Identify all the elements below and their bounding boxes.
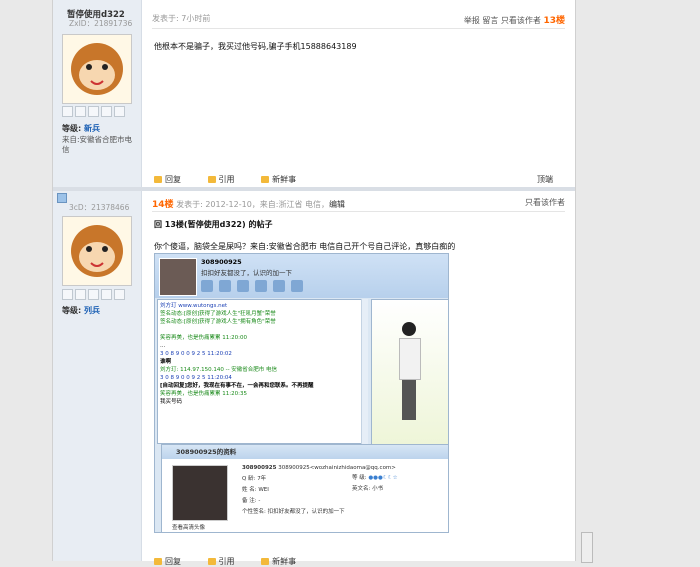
chat-line: 笑容再美，也是伤痛累累 11:20:00: [160, 335, 247, 341]
grade-value[interactable]: 列兵: [84, 306, 100, 315]
forum-frame: 暂停使用d322 ZxID：21891736 等级: 新兵 来自:安徽省合肥市电…: [52, 0, 576, 566]
avatar-figure: [398, 322, 421, 422]
chat-line: 签名动态:[原创]获得了游戏人生"狂吼月蟹"荣誉: [160, 311, 276, 317]
mail-icon[interactable]: [62, 289, 73, 300]
search-icon[interactable]: [88, 106, 99, 117]
app-icon: [291, 280, 303, 292]
post-meta: 发表于: 7小时前 举报 留言 只看该作者 13楼: [152, 13, 565, 27]
contact-avatar: [159, 258, 197, 296]
chat-line: [自动回复]您好，我现在有事不在，一会再和您联系。不再提醒: [160, 383, 314, 389]
mail-icon[interactable]: [62, 106, 73, 117]
profile-icon[interactable]: [75, 106, 86, 117]
quote-button[interactable]: 引用: [207, 175, 247, 184]
search-icon[interactable]: [88, 289, 99, 300]
reply-button[interactable]: 回复: [154, 175, 193, 184]
remote-icon: [255, 280, 267, 292]
reply-button[interactable]: 回复: [154, 557, 193, 566]
embedded-chat-screenshot[interactable]: 308900925 扣扣好友都没了，认识的加一下 刘方玎 www.wutongs…: [154, 253, 449, 533]
post-actions: 回复 引用 新鲜事 顶端: [154, 174, 565, 185]
profile-photo: [172, 465, 228, 521]
user-grade: 等级: 列兵: [62, 306, 100, 315]
edit-link[interactable]: 编辑: [329, 200, 345, 209]
message-link[interactable]: 留言: [482, 16, 498, 25]
floor-number[interactable]: 13楼: [543, 16, 565, 26]
quote-button[interactable]: 引用: [207, 557, 247, 566]
post-meta: 14楼 发表于: 2012-12-10，来自:浙江省 电信，编辑 只看该作者: [152, 197, 565, 211]
page-scroll-handle[interactable]: [581, 532, 593, 563]
monkey-avatar-icon: [63, 217, 131, 285]
divider: [152, 28, 565, 29]
chat-line: 签名动态:[原创]获得了游戏人生"拥有角色"荣誉: [160, 319, 276, 325]
quote-icon: [207, 558, 216, 565]
chat-line: 刘方玎 www.wutongs.net: [160, 303, 228, 309]
view-hd-avatar-link: 查看高清头像: [172, 525, 206, 531]
contact-name: 308900925: [201, 258, 242, 266]
share-icon: [261, 558, 270, 565]
contact-profile-card: 308900925的资料 查看高清头像 308900925 308900925<…: [161, 444, 448, 532]
chat-line: 我买号码: [160, 399, 183, 405]
user-id: ZxID：21891736: [69, 19, 133, 28]
contact-signature: 扣扣好友都没了，认识的加一下: [201, 269, 292, 277]
screen-icon: [273, 280, 285, 292]
video-icon: [201, 280, 213, 292]
zoom-icon[interactable]: [101, 106, 112, 117]
voice-icon: [219, 280, 231, 292]
post-13-sidebar: 暂停使用d322 ZxID：21891736 等级: 新兵 来自:安徽省合肥市电…: [53, 0, 142, 187]
grade-value[interactable]: 新兵: [84, 124, 100, 133]
qq-header: 308900925 扣扣好友都没了，认识的加一下: [155, 254, 448, 298]
post-14-sidebar: 3cD：21378466 等级: 列兵: [53, 191, 142, 561]
user-status-icon: [57, 193, 67, 203]
user-grade: 等级: 新兵: [62, 124, 100, 133]
post-13-main: 发表于: 7小时前 举报 留言 只看该作者 13楼 他根本不是骗子，我买过他号码…: [142, 0, 575, 187]
reply-icon: [154, 558, 162, 565]
zoom-icon[interactable]: [101, 289, 112, 300]
post-14: 3cD：21378466 等级: 列兵 14楼 发表于: 2012-12-10，…: [53, 191, 575, 566]
chat-line: 笑容再美，也是伤痛累累 11:20:35: [160, 391, 247, 397]
share-button[interactable]: 新鲜事: [261, 175, 308, 184]
user-tool-icons: [62, 106, 134, 117]
avatar-show-pane: [371, 299, 448, 446]
reply-title: 回 13楼(暂停使用d322) 的帖子: [154, 220, 273, 229]
chat-line: [160, 326, 362, 334]
divider: [152, 211, 565, 212]
back-to-top-link[interactable]: 顶端: [537, 174, 553, 185]
post-actions: 回复 引用 新鲜事: [154, 556, 565, 567]
profile-icon[interactable]: [75, 289, 86, 300]
share-button[interactable]: 新鲜事: [261, 557, 308, 566]
profile-info-right: 等 级: ●●●☾☾☆ 英文名: 小书: [352, 475, 398, 492]
user-tool-icons: [62, 289, 134, 300]
user-id: 3cD：21378466: [69, 203, 130, 212]
chat-line: 谁啊: [160, 359, 172, 365]
only-author-link[interactable]: 只看该作者: [525, 197, 565, 208]
floor-number[interactable]: 14楼: [152, 200, 174, 210]
avatar[interactable]: [62, 216, 132, 286]
post-13: 暂停使用d322 ZxID：21891736 等级: 新兵 来自:安徽省合肥市电…: [53, 0, 575, 191]
post-time: 发表于: 2012-12-10，来自:浙江省 电信，: [176, 200, 330, 209]
chat-line: 3 0 8 9 0 0 9 2 5 11:20:04: [160, 375, 232, 381]
friend-icon[interactable]: [114, 289, 125, 300]
share-icon: [261, 176, 270, 183]
user-location: 来自:安徽省合肥市电信: [62, 135, 133, 154]
post-content: 你个傻逼，脑袋全是屎吗？来自:安徽省合肥市 电信自己开个号自己评论，真够白痴的: [154, 242, 456, 251]
post-time: 发表于: 7小时前: [152, 14, 211, 23]
chat-line: 3 0 8 9 0 0 9 2 5 11:20:02: [160, 351, 232, 357]
post-14-main: 14楼 发表于: 2012-12-10，来自:浙江省 电信，编辑 只看该作者 回…: [142, 191, 575, 566]
chat-log: 刘方玎 www.wutongs.net 签名动态:[原创]获得了游戏人生"狂吼月蟹…: [157, 299, 365, 444]
chat-line: ...: [160, 343, 166, 349]
reply-icon: [154, 176, 162, 183]
monkey-avatar-icon: [63, 35, 131, 103]
profile-title: 308900925的资料: [162, 445, 448, 459]
qq-toolbar: [201, 280, 303, 292]
chat-scrollbar: [361, 299, 368, 444]
quote-icon: [207, 176, 216, 183]
avatar[interactable]: [62, 34, 132, 104]
report-link[interactable]: 举报: [464, 16, 480, 25]
post-content: 他根本不是骗子，我买过他号码,骗子手机15888643189: [154, 42, 357, 51]
friend-icon[interactable]: [114, 106, 125, 117]
only-author-link[interactable]: 只看该作者: [501, 16, 541, 25]
file-icon: [237, 280, 249, 292]
chat-line: 刘方玎: 114.97.150.140 -- 安徽省合肥市 电信: [160, 367, 278, 373]
